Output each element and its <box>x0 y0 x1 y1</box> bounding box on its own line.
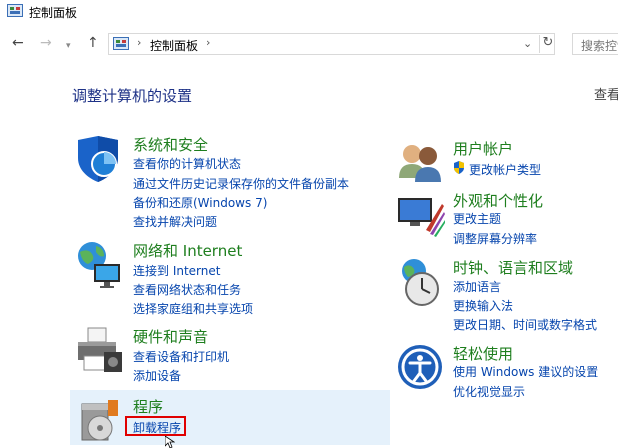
link-change-account-type[interactable]: 更改帐户类型 <box>469 161 541 178</box>
search-placeholder: 搜索控制 <box>581 39 618 53</box>
link-view-computer-status[interactable]: 查看你的计算机状态 <box>133 155 241 172</box>
link-screen-resolution[interactable]: 调整屏幕分辨率 <box>453 230 537 247</box>
category-title[interactable]: 外观和个性化 <box>453 190 543 211</box>
link-optimize-visual-display[interactable]: 优化视觉显示 <box>453 383 525 400</box>
link-homegroup[interactable]: 选择家庭组和共享选项 <box>133 300 253 317</box>
personalization-icon <box>398 198 445 237</box>
breadcrumb-control-panel[interactable]: 控制面板 <box>150 37 198 54</box>
link-troubleshoot[interactable]: 查找并解决问题 <box>133 213 217 230</box>
category-title[interactable]: 硬件和声音 <box>133 326 208 347</box>
printer-icon <box>78 327 122 372</box>
forward-arrow-icon[interactable]: → <box>40 35 52 51</box>
link-recommended-settings[interactable]: 使用 Windows 建议的设置 <box>453 363 598 380</box>
breadcrumb-separator-icon[interactable]: › <box>206 36 210 49</box>
mouse-cursor-icon <box>165 436 175 448</box>
shield-icon <box>78 136 118 182</box>
link-connect-internet[interactable]: 连接到 Internet <box>133 262 220 279</box>
link-date-time-format[interactable]: 更改日期、时间或数字格式 <box>453 316 597 333</box>
recent-locations-chevron-icon[interactable]: ▾ <box>66 38 71 54</box>
link-devices-printers[interactable]: 查看设备和打印机 <box>133 348 229 365</box>
control-panel-icon <box>7 4 23 17</box>
uninstall-highlight-box <box>125 416 186 436</box>
category-title[interactable]: 时钟、语言和区域 <box>453 257 573 278</box>
category-title[interactable]: 程序 <box>133 396 163 417</box>
programs-box-icon <box>81 400 118 441</box>
link-change-theme[interactable]: 更改主题 <box>453 210 501 227</box>
clock-globe-icon <box>402 259 439 306</box>
link-network-status[interactable]: 查看网络状态和任务 <box>133 281 241 298</box>
navigation-bar: ← → ▾ ↑ › 控制面板 › ⌄ ↻ 搜索控制 <box>0 30 618 58</box>
ease-of-access-icon <box>398 345 442 389</box>
search-input[interactable]: 搜索控制 <box>572 33 618 55</box>
title-bar: 控制面板 <box>0 0 618 24</box>
users-icon <box>399 145 441 182</box>
category-title[interactable]: 系统和安全 <box>133 134 208 155</box>
up-arrow-icon[interactable]: ↑ <box>87 35 99 51</box>
back-arrow-icon[interactable]: ← <box>12 35 24 51</box>
uac-shield-icon <box>454 161 464 174</box>
page-title: 调整计算机的设置 <box>72 87 193 105</box>
window-title: 控制面板 <box>29 6 78 20</box>
network-globe-icon <box>78 242 120 288</box>
view-by-label[interactable]: 查看 <box>594 84 618 103</box>
category-title[interactable]: 轻松使用 <box>453 343 513 364</box>
category-title[interactable]: 网络和 Internet <box>133 240 242 261</box>
refresh-icon[interactable]: ↻ <box>539 35 556 53</box>
link-change-input-method[interactable]: 更换输入法 <box>453 297 513 314</box>
category-title[interactable]: 用户帐户 <box>453 138 513 159</box>
link-file-history[interactable]: 通过文件历史记录保存你的文件备份副本 <box>133 175 349 192</box>
breadcrumb-separator-icon[interactable]: › <box>137 36 141 49</box>
link-add-device[interactable]: 添加设备 <box>133 367 181 384</box>
control-panel-icon <box>113 37 129 50</box>
address-dropdown-icon[interactable]: ⌄ <box>523 37 532 50</box>
address-bar[interactable]: › 控制面板 › ⌄ ↻ <box>108 33 555 55</box>
link-add-language[interactable]: 添加语言 <box>453 278 501 295</box>
link-backup-restore[interactable]: 备份和还原(Windows 7) <box>133 194 267 211</box>
